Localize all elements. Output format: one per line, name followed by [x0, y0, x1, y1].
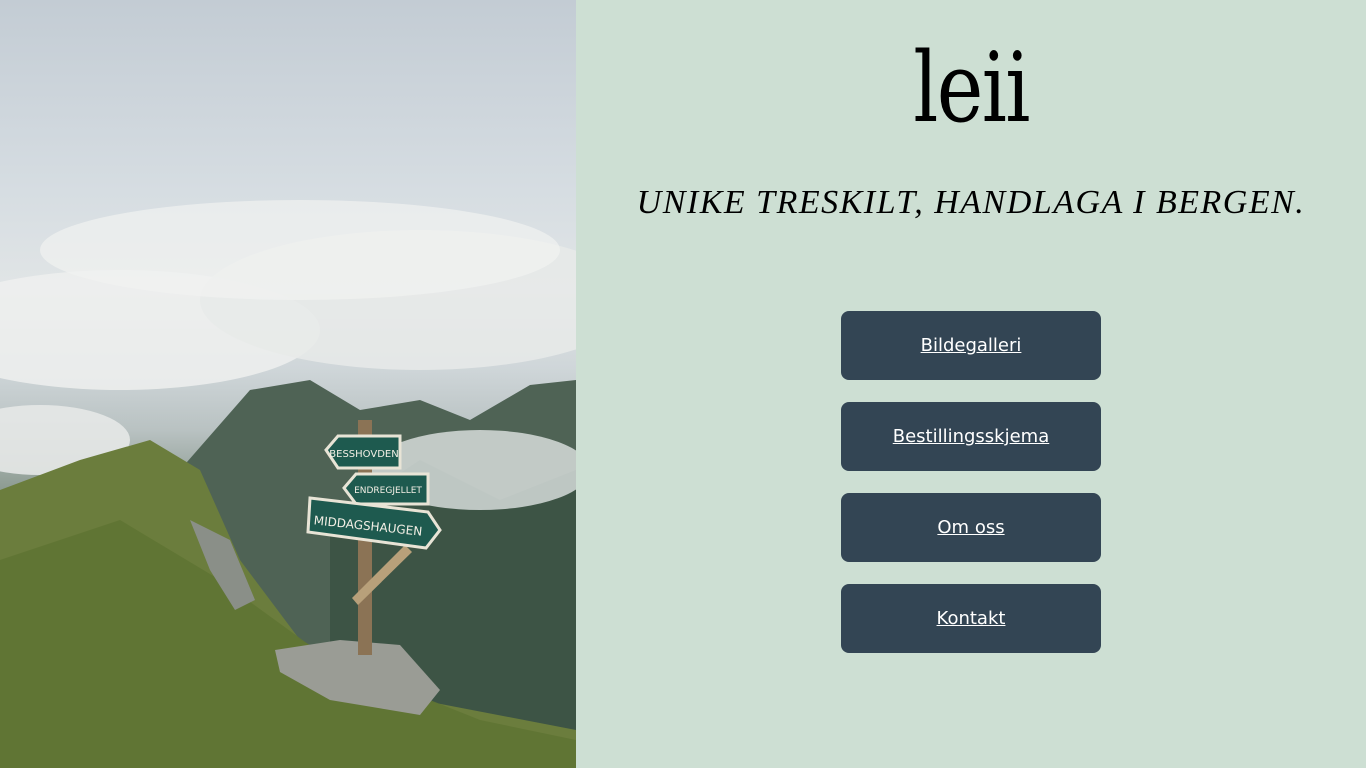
nav-button-bestillingsskjema[interactable]: Bestillingsskjema [841, 402, 1101, 471]
sign-endregjellet: ENDREGJELLET [354, 486, 422, 496]
nav-button-om-oss[interactable]: Om oss [841, 493, 1101, 562]
content-panel: leii UNIKE TRESKILT, HANDLAGA I BERGEN. … [576, 0, 1366, 768]
nav-button-bildegalleri[interactable]: Bildegalleri [841, 311, 1101, 380]
logo[interactable]: leii [647, 38, 1295, 138]
sign-besshovden: BESSHOVDEN [329, 449, 398, 460]
nav-button-kontakt[interactable]: Kontakt [841, 584, 1101, 653]
tagline: UNIKE TRESKILT, HANDLAGA I BERGEN. [636, 184, 1306, 221]
main-navigation: Bildegalleri Bestillingsskjema Om oss Ko… [841, 311, 1101, 675]
hero-image: BESSHOVDEN ENDREGJELLET MIDDAGSHAUGEN [0, 0, 576, 768]
mountain-signpost-illustration: BESSHOVDEN ENDREGJELLET MIDDAGSHAUGEN [0, 200, 576, 768]
